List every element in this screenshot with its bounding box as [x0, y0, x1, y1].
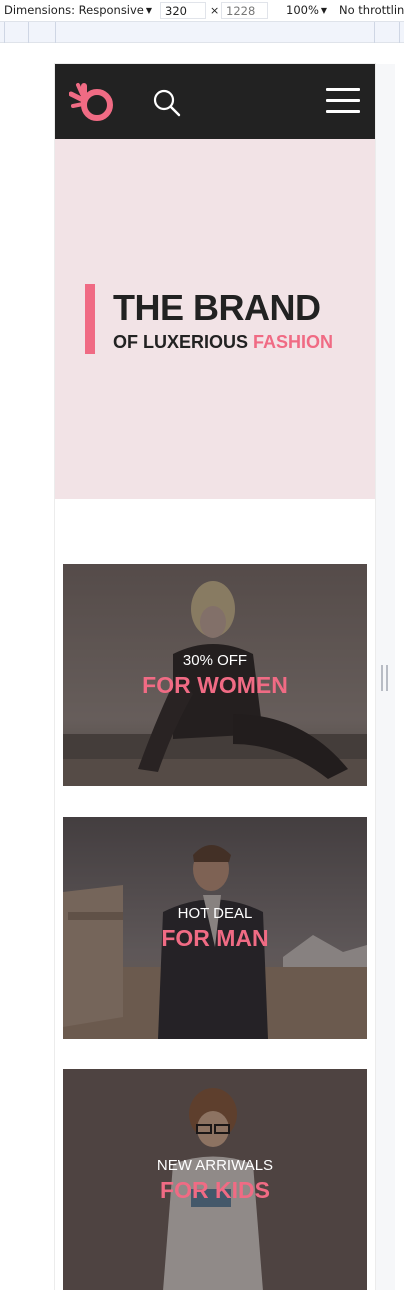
- ruler-segment: [399, 22, 400, 43]
- banner-kicker: 30% OFF: [182, 652, 248, 669]
- banner-kicker: HOT DEAL: [177, 905, 253, 922]
- chevron-down-icon: ▼: [320, 6, 328, 15]
- chevron-down-icon: ▼: [145, 6, 153, 15]
- zoom-label: 100%: [286, 3, 319, 17]
- ruler-segment: [4, 22, 5, 43]
- height-input[interactable]: 1228: [221, 2, 268, 19]
- site-header: [55, 64, 375, 139]
- hero-section: THE BRAND OF LUXERIOUS FASHION: [55, 139, 375, 499]
- brand-b-logo-icon[interactable]: [69, 82, 117, 122]
- dimensions-dropdown[interactable]: Dimensions: Responsive ▼: [4, 3, 152, 17]
- hero-subtitle: OF LUXERIOUS FASHION: [113, 332, 333, 353]
- search-icon[interactable]: [152, 88, 182, 118]
- ruler-segment: [28, 22, 29, 43]
- banner-women[interactable]: 30% OFF FOR WOMEN: [63, 564, 367, 786]
- banner-man[interactable]: HOT DEAL FOR MAN: [63, 817, 367, 1039]
- hamburger-menu-icon[interactable]: [326, 88, 360, 114]
- hero-subtitle-accent: FASHION: [253, 332, 334, 352]
- hero-subtitle-prefix: OF LUXERIOUS: [113, 332, 249, 352]
- ruler-segment: [55, 22, 56, 43]
- banner-kicker: NEW ARRIWALS: [156, 1157, 274, 1174]
- width-input[interactable]: 320: [160, 2, 206, 19]
- resize-handle[interactable]: [381, 665, 388, 691]
- times-sign: ×: [210, 4, 220, 17]
- devtools-toolbar: Dimensions: Responsive ▼ 320 × 1228 100% ▼…: [0, 0, 404, 22]
- banner-headline: FOR KIDS: [160, 1177, 270, 1203]
- banner-headline: FOR MAN: [161, 925, 269, 951]
- media-query-ruler[interactable]: [0, 22, 404, 43]
- throttling-dropdown[interactable]: No throttling: [339, 3, 404, 17]
- zoom-dropdown[interactable]: 100% ▼: [286, 3, 327, 17]
- banner-kids[interactable]: NEW ARRIWALS FOR KIDS: [63, 1069, 367, 1290]
- hero-title: THE BRAND: [113, 287, 321, 328]
- ruler-segment: [374, 22, 375, 43]
- dimensions-label: Dimensions: Responsive: [4, 3, 144, 17]
- page-viewport: THE BRAND OF LUXERIOUS FASHION 30% OFF F…: [55, 64, 375, 1290]
- banner-headline: FOR WOMEN: [142, 672, 288, 698]
- accent-bar: [85, 284, 95, 354]
